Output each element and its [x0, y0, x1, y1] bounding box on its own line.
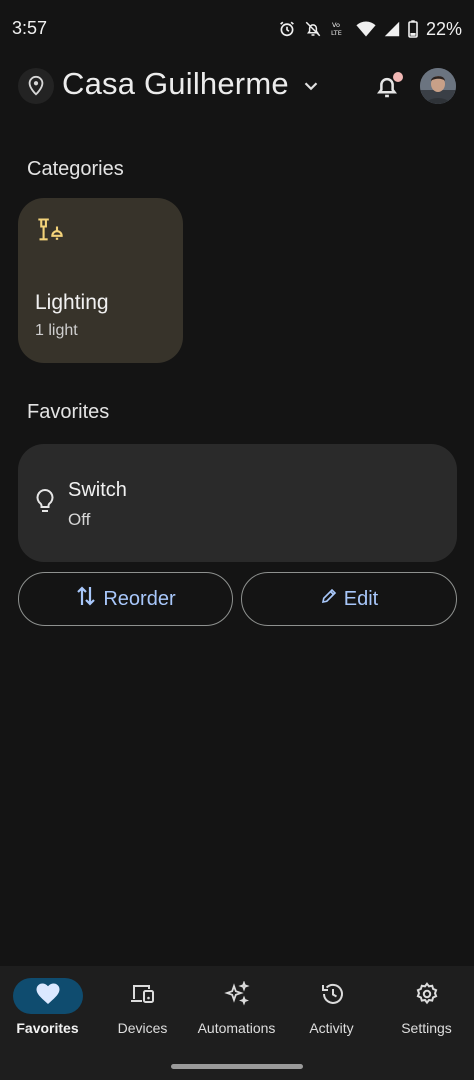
- reorder-button[interactable]: Reorder: [18, 572, 233, 626]
- battery-percentage: 22%: [425, 18, 462, 39]
- notification-badge: [393, 72, 403, 82]
- edit-label: Edit: [343, 587, 379, 610]
- devices-icon: [130, 983, 156, 1010]
- nav-item-devices[interactable]: Devices: [95, 978, 190, 1048]
- category-count: 1 light: [35, 322, 78, 339]
- nav-label-automations: Automations: [197, 1020, 276, 1036]
- nav-item-automations[interactable]: Automations: [189, 978, 284, 1048]
- avatar[interactable]: [420, 68, 456, 104]
- nav-label-devices: Devices: [117, 1020, 168, 1036]
- category-label: Lighting: [35, 291, 109, 314]
- gear-icon: [415, 981, 439, 1011]
- heart-icon: [36, 983, 60, 1010]
- chevron-down-icon[interactable]: [300, 75, 322, 102]
- reorder-icon: [75, 584, 97, 614]
- lightbulb-icon: [34, 488, 56, 521]
- nav-label-settings: Settings: [401, 1020, 452, 1036]
- notifications-off-icon: [304, 20, 322, 38]
- nav-label-favorites: Favorites: [16, 1020, 79, 1036]
- battery-icon: [408, 20, 418, 38]
- edit-button[interactable]: Edit: [241, 572, 457, 626]
- sparkle-icon: [223, 979, 250, 1012]
- nav-item-settings[interactable]: Settings: [379, 978, 474, 1048]
- app-header: Casa Guilherme: [0, 62, 474, 112]
- home-selector-title[interactable]: Casa Guilherme: [62, 66, 289, 102]
- reorder-label: Reorder: [103, 587, 176, 610]
- signal-icon: [384, 21, 400, 37]
- device-state: Off: [68, 510, 91, 529]
- status-time: 3:57: [12, 17, 48, 38]
- history-icon: [319, 982, 345, 1011]
- nav-item-activity[interactable]: Activity: [284, 978, 379, 1048]
- favorites-heading: Favorites: [27, 401, 110, 423]
- nav-active-indicator: [12, 978, 83, 1014]
- volte-icon: Vo LTE: [330, 20, 348, 38]
- device-name: Switch: [68, 479, 127, 501]
- favorite-device-switch[interactable]: Switch Off: [18, 444, 457, 562]
- location-pin-icon[interactable]: [18, 68, 54, 104]
- alarm-icon: [278, 20, 296, 38]
- bottom-navigation: Favorites Devices Automations Activity S…: [0, 966, 474, 1080]
- status-bar: 3:57 Vo LTE 22%: [0, 0, 474, 58]
- svg-text:LTE: LTE: [331, 29, 342, 37]
- lamp-icon: [36, 216, 64, 249]
- status-icons: Vo LTE 22%: [278, 19, 462, 40]
- svg-text:Vo: Vo: [332, 21, 340, 29]
- nav-item-favorites[interactable]: Favorites: [0, 978, 95, 1048]
- wifi-icon: [356, 20, 376, 38]
- category-card-lighting[interactable]: Lighting 1 light: [18, 198, 183, 363]
- gesture-home-indicator[interactable]: [171, 1064, 303, 1069]
- categories-heading: Categories: [27, 158, 124, 180]
- nav-label-activity: Activity: [309, 1020, 354, 1036]
- pencil-icon: [320, 587, 338, 611]
